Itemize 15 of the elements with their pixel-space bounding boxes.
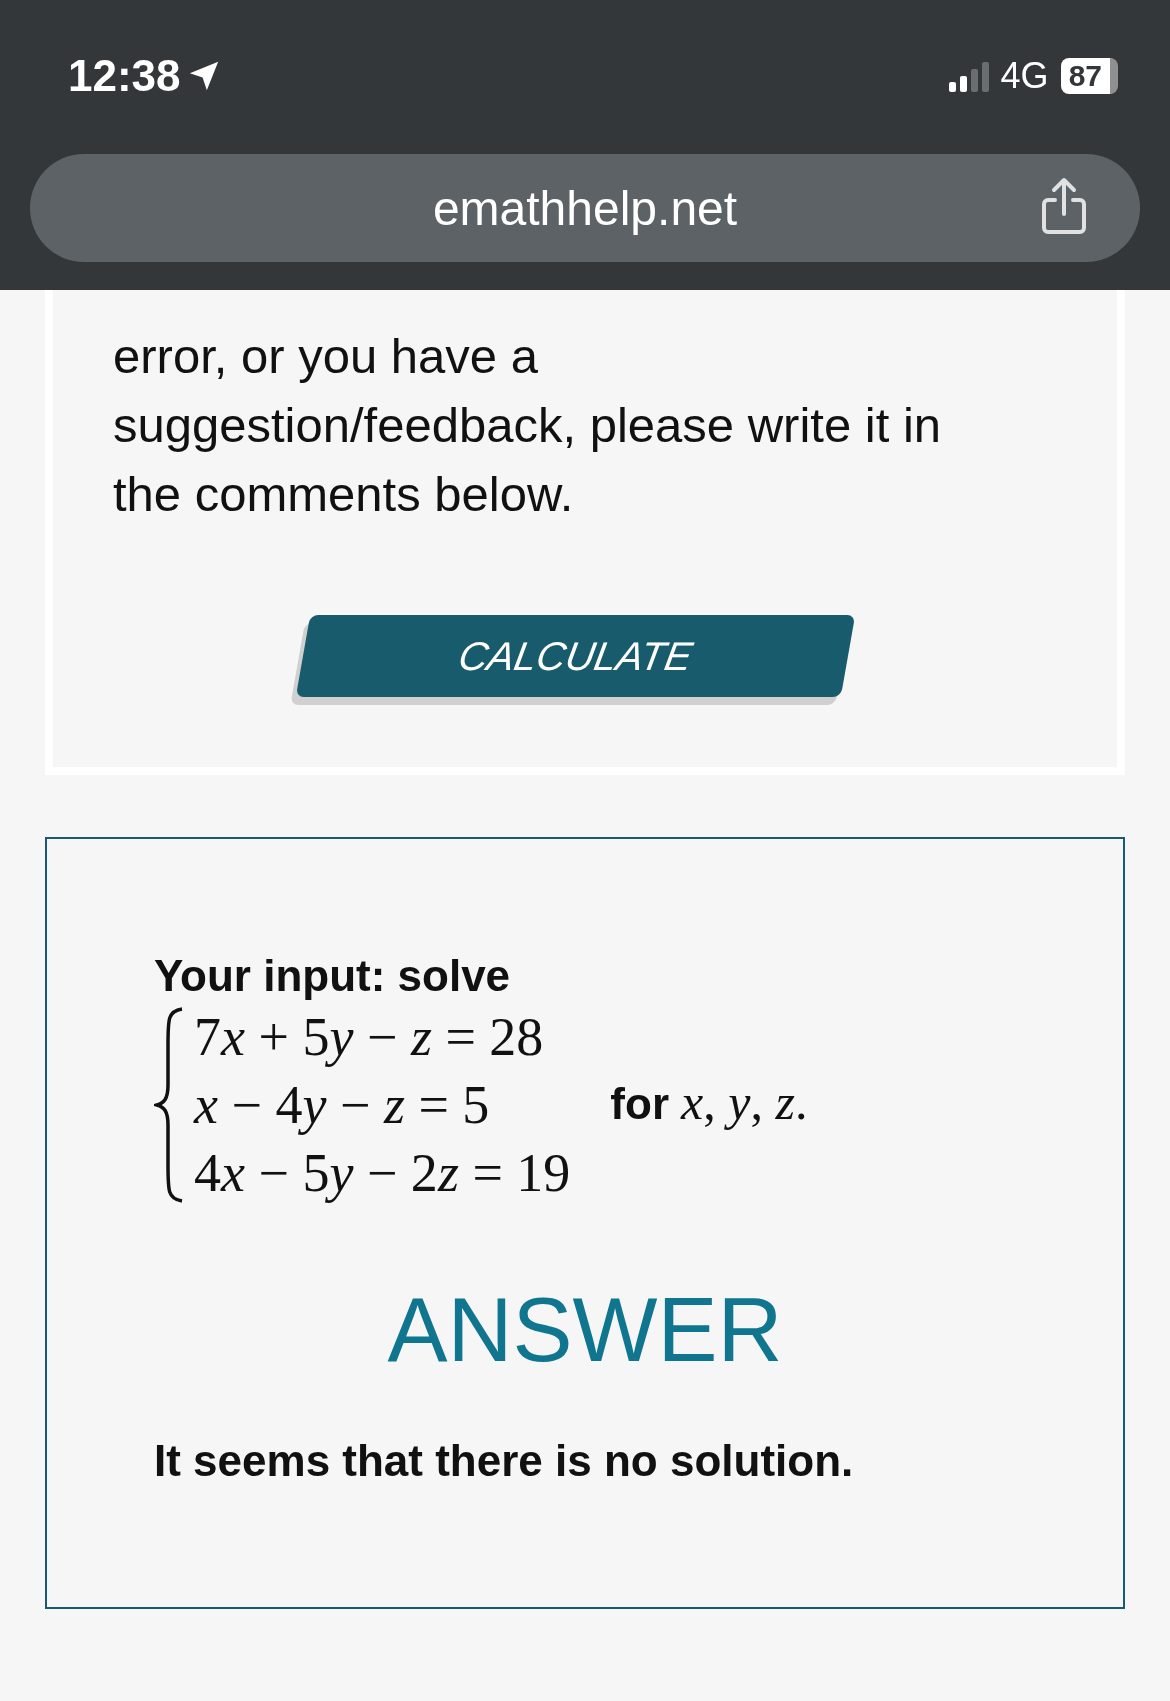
input-label: Your input: solve (154, 951, 512, 1001)
answer-text: It seems that there is no solution. (154, 1436, 855, 1486)
notice-paragraph: error, or you have a suggestion/feedback, please write it in the comments below. (113, 328, 943, 523)
variables-text: x, y, z. (681, 1073, 808, 1131)
address-bar[interactable]: emathhelp.net (30, 154, 1140, 262)
signal-icon (948, 60, 989, 92)
answer-heading: ANSWER (386, 1279, 784, 1382)
for-label: for (610, 1079, 669, 1129)
battery-level: 87 (1060, 58, 1118, 94)
network-label: 4G (1000, 55, 1049, 97)
brace-icon (154, 1005, 184, 1205)
clock-time: 12:38 (68, 51, 181, 101)
equation: x − 4y − z = 5 (194, 1074, 491, 1137)
equation: 4x − 5y − 2z = 19 (194, 1142, 571, 1205)
equation: 7x + 5y − z = 28 (194, 1006, 545, 1069)
